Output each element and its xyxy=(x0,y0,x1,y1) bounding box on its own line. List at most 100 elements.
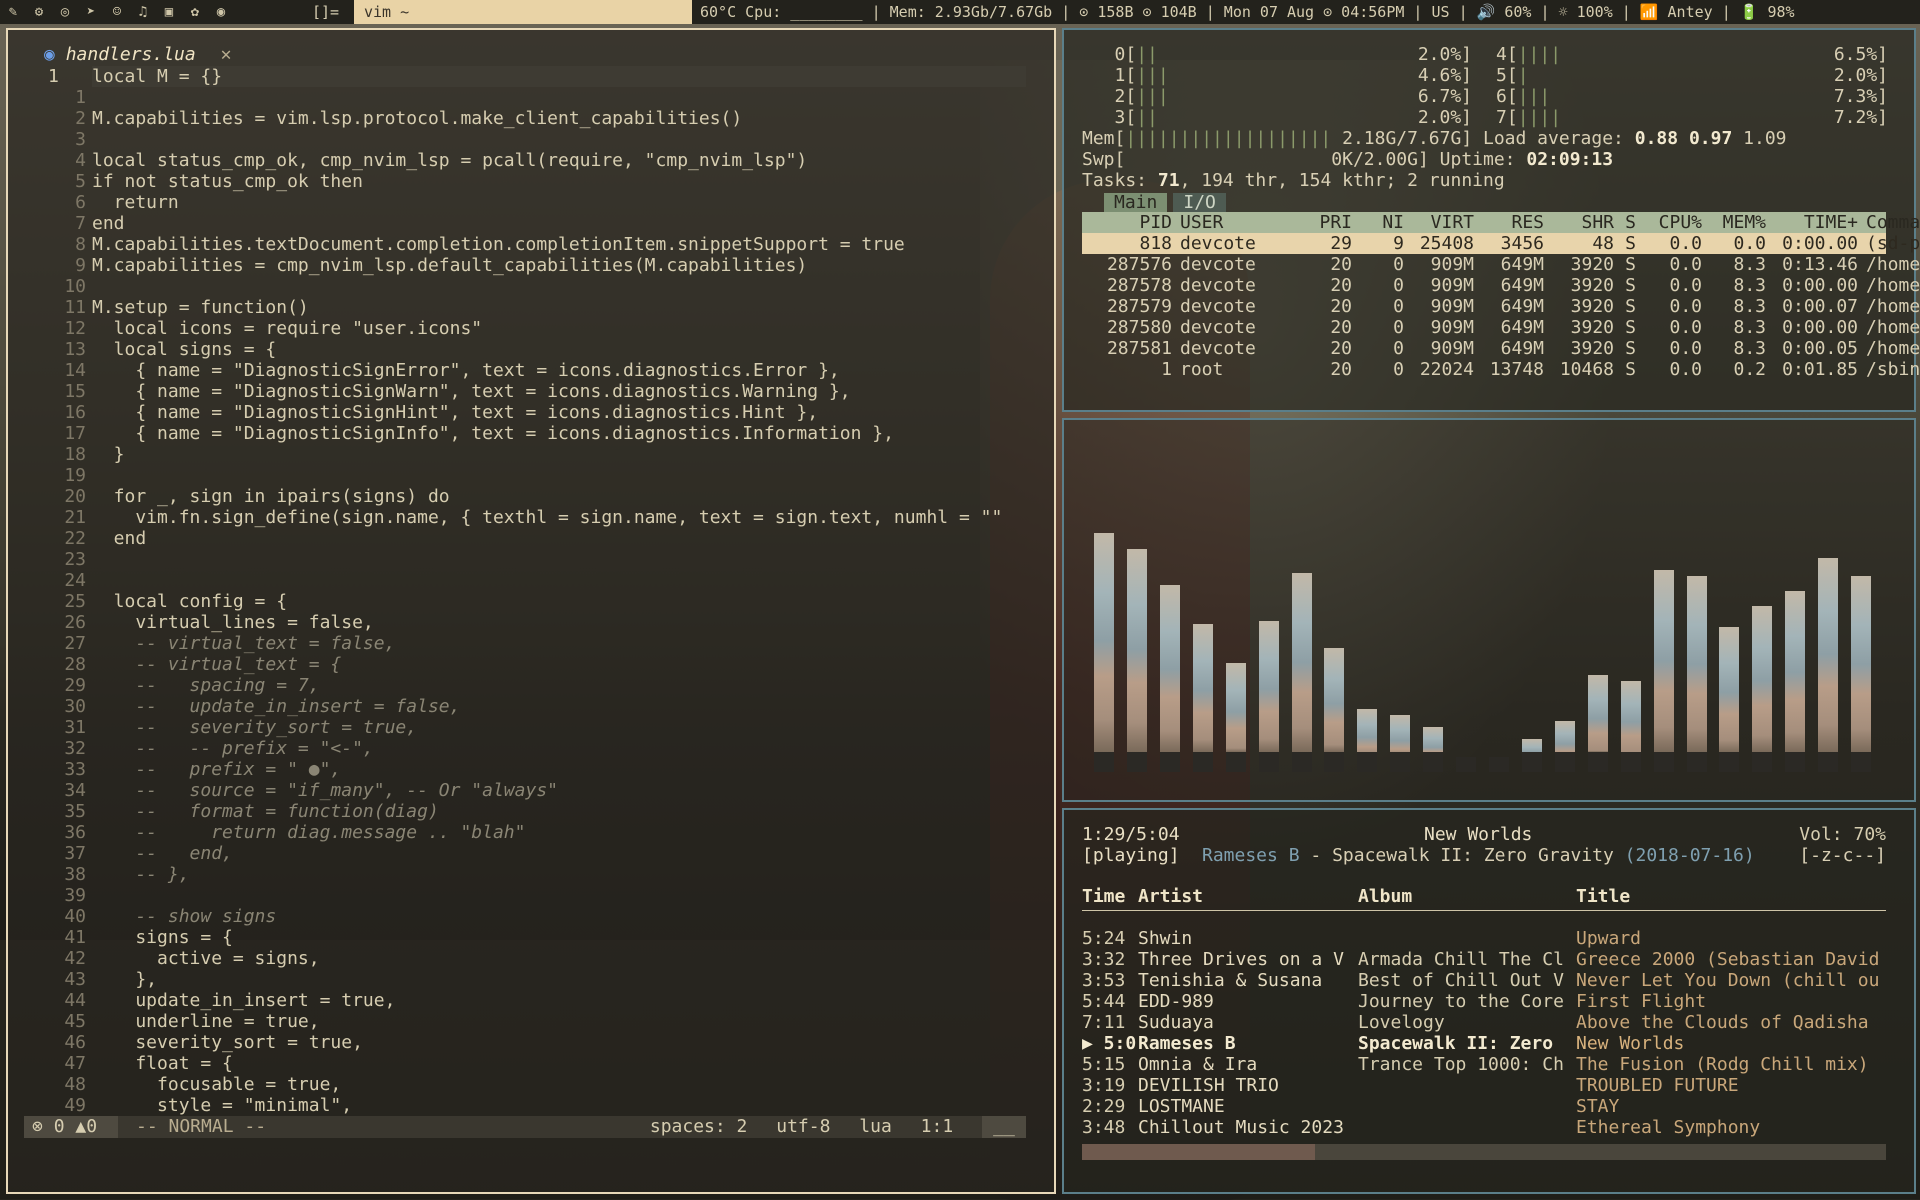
code-line[interactable]: 43 }, xyxy=(18,969,1028,990)
playlist-track[interactable]: 3:32 Three Drives on a V Armada Chill The … xyxy=(1082,949,1886,970)
cell-0: 287578 xyxy=(1106,275,1172,296)
code-text: { name = "DiagnosticSignError", text = i… xyxy=(92,360,840,381)
code-line[interactable]: 18 } xyxy=(18,444,1028,465)
playlist-track[interactable]: 3:19 DEVILISH TRIO TROUBLED FUTURE xyxy=(1082,1075,1886,1096)
code-line[interactable]: 17 { name = "DiagnosticSignInfo", text =… xyxy=(18,423,1028,444)
code-line[interactable]: 20 for _, sign in ipairs(signs) do xyxy=(18,486,1028,507)
cpu-meters: 0[|| 2.0%] 1[||| 4.6%] 2[||| 6.7%] 3[|| 2.0%… xyxy=(1082,44,1890,128)
process-row[interactable]: 287579 devcote 20 0 909M 649M 3920 S 0.0 8.3 0:00.… xyxy=(1082,296,1920,317)
close-icon[interactable]: ✕ xyxy=(221,44,232,65)
process-row[interactable]: 287576 devcote 20 0 909M 649M 3920 S 0.0 8.3 0:13.… xyxy=(1082,254,1920,275)
code-line[interactable]: 33 -- prefix = " ●", xyxy=(18,759,1028,780)
code-line[interactable]: 47 float = { xyxy=(18,1053,1028,1074)
cell-2: 20 xyxy=(1330,338,1352,359)
code-line[interactable]: 41 signs = { xyxy=(18,927,1028,948)
screen-icon[interactable]: ▣ xyxy=(156,0,182,24)
code-line[interactable]: 27 -- virtual_text = false, xyxy=(18,633,1028,654)
music-icon[interactable]: ♫ xyxy=(130,0,156,24)
col-album[interactable]: Album xyxy=(1358,886,1412,907)
playlist-track[interactable]: 5:15 Omnia & Ira Trance Top 1000: Ch The Fu… xyxy=(1082,1054,1886,1075)
code-line[interactable]: 23 xyxy=(18,549,1028,570)
code-line[interactable]: 49 style = "minimal", xyxy=(18,1095,1028,1116)
code-line[interactable]: 9 M.capabilities = cmp_nvim_lsp.default_c… xyxy=(18,255,1028,276)
code-line[interactable]: 48 focusable = true, xyxy=(18,1074,1028,1095)
spotify-icon[interactable]: ✿ xyxy=(182,0,208,24)
code-line[interactable]: 25 local config = { xyxy=(18,591,1028,612)
code-line[interactable]: 36 -- return diag.message .. "blah" xyxy=(18,822,1028,843)
code-line[interactable]: 45 underline = true, xyxy=(18,1011,1028,1032)
process-row[interactable]: 818 devcote 29 9 25408 3456 48 S 0.0 0.0 0:00.00 (s… xyxy=(1082,233,1920,254)
code-line[interactable]: 31 -- severity_sort = true, xyxy=(18,717,1028,738)
code-line[interactable]: 2 M.capabilities = vim.lsp.protocol.make_… xyxy=(18,108,1028,129)
playlist-track[interactable]: 2:29 LOSTMANE STAY xyxy=(1082,1096,1886,1117)
discord-icon[interactable]: ☺ xyxy=(104,0,130,24)
visualizer-bar xyxy=(1489,757,1509,772)
settings-icon[interactable]: ⚙ xyxy=(26,0,52,24)
layout-indicator[interactable]: []= xyxy=(312,0,339,24)
code-line[interactable]: 22 end xyxy=(18,528,1028,549)
code-line[interactable]: 32 -- -- prefix = "<-", xyxy=(18,738,1028,759)
code-line[interactable]: 11 M.setup = function() xyxy=(18,297,1028,318)
code-editor[interactable]: 1 local M = {} 1 2 M.capabilities = vim.lsp.… xyxy=(18,66,1028,1116)
code-line[interactable]: 1 local M = {} xyxy=(18,66,1028,87)
tab-main[interactable]: Main xyxy=(1104,193,1168,212)
cursor-position: 1:1 xyxy=(920,1116,954,1137)
gamepad-icon[interactable]: ◉ xyxy=(208,0,234,24)
code-line[interactable]: 15 { name = "DiagnosticSignWarn", text =… xyxy=(18,381,1028,402)
vim-statusline: ⊗ 0 ▲0 -- NORMAL -- spaces: 2 utf-8 lua … xyxy=(24,1116,1026,1138)
code-line[interactable]: 28 -- virtual_text = { xyxy=(18,654,1028,675)
code-line[interactable]: 7 end xyxy=(18,213,1028,234)
code-line[interactable]: 24 xyxy=(18,570,1028,591)
process-row[interactable]: 1 root 20 0 22024 13748 10468 S 0.0 0.2 0:01.85/sb… xyxy=(1082,359,1920,380)
cell-6: 10468 xyxy=(1559,359,1614,380)
process-row[interactable]: 287581 devcote 20 0 909M 649M 3920 S 0.0 8.3 0:00.… xyxy=(1082,338,1920,359)
code-line[interactable]: 46 severity_sort = true, xyxy=(18,1032,1028,1053)
code-line[interactable]: 10 xyxy=(18,276,1028,297)
playlist-track[interactable]: 5:44 EDD-989 Journey to the Core First Flig… xyxy=(1082,991,1886,1012)
playlist-track[interactable]: 7:11 Suduaya Lovelogy Above the Clouds of Q… xyxy=(1082,1012,1886,1033)
code-line[interactable]: 21 vim.fn.sign_define(sign.name, { texth… xyxy=(18,507,1028,528)
playlist-track[interactable]: 3:53 Tenishia & Susana Best of Chill Out V… xyxy=(1082,970,1886,991)
process-row[interactable]: 287580 devcote 20 0 909M 649M 3920 S 0.0 8.3 0:00.… xyxy=(1082,317,1920,338)
playlist-track[interactable]: ▶ 5:0 Rameses B Spacewalk II: Zero New Worl… xyxy=(1082,1033,1886,1054)
cell-3: 0 xyxy=(1393,254,1404,275)
code-line[interactable]: 42 active = signs, xyxy=(18,948,1028,969)
col-title[interactable]: Title xyxy=(1576,886,1630,907)
code-line[interactable]: 1 xyxy=(18,87,1028,108)
code-line[interactable]: 35 -- format = function(diag) xyxy=(18,801,1028,822)
col-time[interactable]: Time xyxy=(1082,886,1125,907)
vim-tab[interactable]: ◉ handlers.lua ✕ xyxy=(44,44,231,65)
code-line[interactable]: 5 if not status_cmp_ok then xyxy=(18,171,1028,192)
paperclip-icon[interactable]: ✎ xyxy=(0,0,26,24)
code-line[interactable]: 14 { name = "DiagnosticSignError", text … xyxy=(18,360,1028,381)
playback-progress[interactable] xyxy=(1082,1144,1886,1160)
code-line[interactable]: 44 update_in_insert = true, xyxy=(18,990,1028,1011)
telegram-icon[interactable]: ➤ xyxy=(78,0,104,24)
code-line[interactable]: 29 -- spacing = 7, xyxy=(18,675,1028,696)
process-row[interactable]: 287578 devcote 20 0 909M 649M 3920 S 0.0 8.3 0:00.… xyxy=(1082,275,1920,296)
code-line[interactable]: 38 -- }, xyxy=(18,864,1028,885)
code-line[interactable]: 40 -- show signs xyxy=(18,906,1028,927)
code-line[interactable]: 34 -- source = "if_many", -- Or "always" xyxy=(18,780,1028,801)
code-line[interactable]: 19 xyxy=(18,465,1028,486)
col-artist[interactable]: Artist xyxy=(1138,886,1203,907)
code-line[interactable]: 3 xyxy=(18,129,1028,150)
cpu-meter-0: 0[|| 2.0%] xyxy=(1082,44,1474,65)
playlist-track[interactable]: 3:48 Chillout Music 2023 Ethereal Symphony xyxy=(1082,1117,1886,1138)
playlist-track[interactable]: 5:24 Shwin Upward xyxy=(1082,928,1886,949)
process-table[interactable]: PID USER PRI NI VIRT RES SHR S CPU% MEM% TIME+ Comm… xyxy=(1082,212,1920,380)
process-table-header[interactable]: PID USER PRI NI VIRT RES SHR S CPU% MEM% TIME+ Comm… xyxy=(1082,212,1920,233)
code-line[interactable]: 30 -- update_in_insert = false, xyxy=(18,696,1028,717)
code-line[interactable]: 12 local icons = require "user.icons" xyxy=(18,318,1028,339)
code-line[interactable]: 6 return xyxy=(18,192,1028,213)
code-line[interactable]: 16 { name = "DiagnosticSignHint", text =… xyxy=(18,402,1028,423)
code-line[interactable]: 8 M.capabilities.textDocument.completion.… xyxy=(18,234,1028,255)
code-line[interactable]: 39 xyxy=(18,885,1028,906)
code-line[interactable]: 26 virtual_lines = false, xyxy=(18,612,1028,633)
browser-icon[interactable]: ◎ xyxy=(52,0,78,24)
cell-4: 22024 xyxy=(1419,359,1474,380)
code-line[interactable]: 37 -- end, xyxy=(18,843,1028,864)
code-line[interactable]: 13 local signs = { xyxy=(18,339,1028,360)
tab-io[interactable]: I/O xyxy=(1173,193,1226,212)
code-line[interactable]: 4 local status_cmp_ok, cmp_nvim_lsp = pca… xyxy=(18,150,1028,171)
